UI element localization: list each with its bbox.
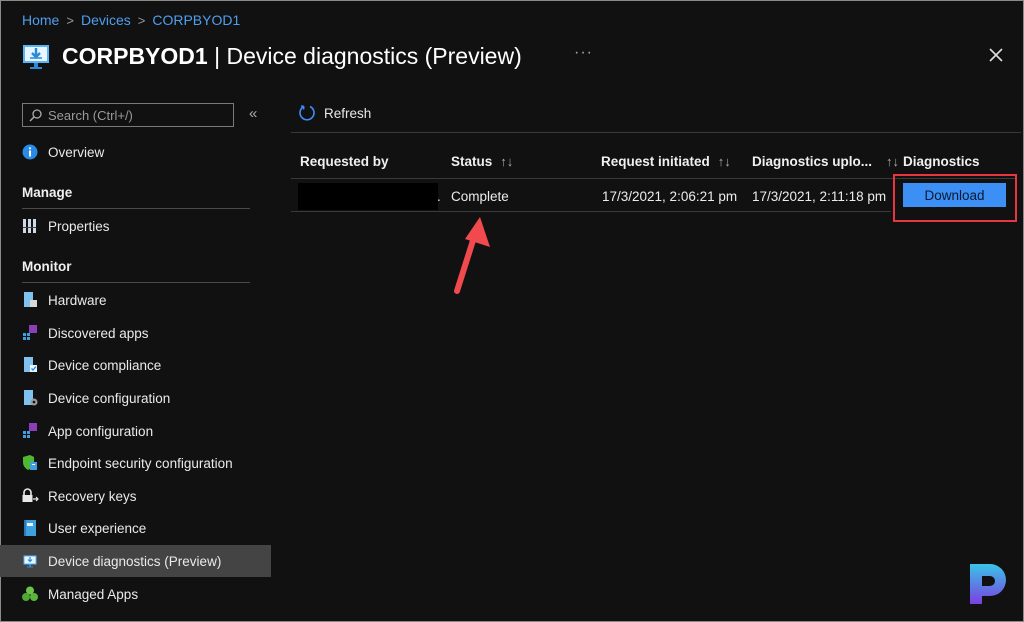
page-title: CORPBYOD1 | Device diagnostics (Preview)	[62, 43, 522, 70]
sidebar-item-properties[interactable]: Properties	[0, 210, 271, 242]
discovered-apps-icon	[21, 324, 39, 342]
sidebar-item-device-compliance[interactable]: Device compliance	[0, 349, 271, 381]
sort-icon[interactable]: ↑↓	[500, 154, 513, 169]
sidebar-item-overview[interactable]: Overview	[0, 136, 271, 168]
annotation-arrow-icon	[454, 217, 490, 294]
more-options-button[interactable]: ···	[574, 44, 593, 62]
sidebar-item-label: Endpoint security configuration	[48, 455, 233, 471]
sidebar-item-user-experience[interactable]: User experience	[0, 512, 271, 544]
close-icon[interactable]	[987, 46, 1005, 64]
cell-request-initiated: 17/3/2021, 2:06:21 pm	[602, 189, 738, 204]
sidebar-item-label: Hardware	[48, 292, 107, 308]
section-monitor: Monitor	[22, 259, 72, 274]
sidebar-search[interactable]	[22, 103, 234, 127]
sidebar-item-label: Discovered apps	[48, 325, 149, 341]
sidebar-item-label: Recovery keys	[48, 488, 137, 504]
properties-icon	[21, 217, 39, 235]
sidebar-item-label: Device configuration	[48, 390, 171, 406]
app-configuration-icon	[21, 422, 39, 440]
user-experience-icon	[21, 519, 39, 537]
redacted-requester	[298, 183, 438, 210]
sidebar-item-device-diagnostics[interactable]: Device diagnostics (Preview)	[0, 545, 271, 577]
search-icon	[29, 108, 42, 122]
divider	[291, 132, 1021, 133]
breadcrumb-device[interactable]: CORPBYOD1	[152, 12, 240, 28]
info-icon	[21, 143, 39, 161]
sidebar-item-device-configuration[interactable]: Device configuration	[0, 382, 271, 414]
refresh-button[interactable]: Refresh	[298, 104, 371, 122]
column-header-request-initiated[interactable]: Request initiated ↑↓	[601, 154, 731, 169]
sidebar-item-discovered-apps[interactable]: Discovered apps	[0, 317, 271, 349]
collapse-sidebar-button[interactable]: «	[249, 105, 257, 122]
breadcrumb-home[interactable]: Home	[22, 12, 59, 28]
refresh-label: Refresh	[324, 105, 372, 121]
search-input[interactable]	[46, 106, 230, 124]
sidebar-item-label: Overview	[48, 144, 105, 160]
sidebar-item-label: Managed Apps	[48, 586, 139, 602]
sidebar-item-endpoint-security[interactable]: Endpoint security configuration	[0, 447, 271, 479]
divider	[22, 208, 250, 209]
recovery-keys-icon	[21, 487, 39, 505]
sidebar-item-label: User experience	[48, 520, 147, 536]
requester-trailing-text: .	[437, 189, 441, 204]
sidebar-item-app-configuration[interactable]: App configuration	[0, 415, 271, 447]
highlight-box	[893, 174, 1017, 222]
section-manage: Manage	[22, 185, 73, 200]
column-header-diagnostics: Diagnostics	[903, 154, 980, 169]
sidebar-item-hardware[interactable]: Hardware	[0, 284, 271, 316]
sidebar-item-label: Device compliance	[48, 357, 162, 373]
column-label: Status	[451, 154, 493, 169]
device-diagnostics-icon	[23, 45, 49, 69]
page-header: CORPBYOD1 | Device diagnostics (Preview)	[20, 40, 522, 72]
chevron-right-icon: >	[66, 12, 74, 28]
divider	[22, 282, 250, 283]
column-header-diagnostics-uploaded[interactable]: Diagnostics uplo... ↑↓	[752, 154, 899, 169]
sidebar-item-label: Device diagnostics (Preview)	[48, 553, 222, 569]
column-label: Requested by	[300, 154, 389, 169]
managed-apps-icon	[21, 585, 39, 603]
device-configuration-icon	[21, 389, 39, 407]
cell-status: Complete	[451, 189, 509, 204]
title-separator: |	[207, 42, 227, 69]
brand-logo-icon	[970, 564, 1006, 604]
sort-icon[interactable]: ↑↓	[886, 154, 899, 169]
column-header-requested-by: Requested by	[300, 154, 389, 169]
refresh-icon	[299, 105, 315, 121]
device-diagnostics-icon	[21, 552, 39, 570]
hardware-icon	[21, 291, 39, 309]
breadcrumb: Home > Devices > CORPBYOD1	[22, 12, 240, 28]
cell-diagnostics-uploaded: 17/3/2021, 2:11:18 pm	[752, 189, 887, 204]
sidebar-item-recovery-keys[interactable]: Recovery keys	[0, 480, 271, 512]
column-label: Request initiated	[601, 154, 710, 169]
sidebar-item-label: App configuration	[48, 423, 154, 439]
divider	[291, 211, 891, 212]
column-label: Diagnostics uplo...	[752, 154, 873, 169]
sort-icon[interactable]: ↑↓	[718, 154, 731, 169]
sidebar-item-label: Properties	[48, 218, 110, 234]
breadcrumb-devices[interactable]: Devices	[81, 12, 131, 28]
sidebar-item-managed-apps[interactable]: Managed Apps	[0, 578, 271, 610]
column-label: Diagnostics	[903, 154, 980, 169]
device-name: CORPBYOD1	[62, 42, 208, 69]
endpoint-security-icon	[21, 454, 39, 472]
device-compliance-icon	[21, 356, 39, 374]
page-title-text: Device diagnostics (Preview)	[226, 42, 522, 69]
chevron-right-icon: >	[137, 12, 146, 28]
column-header-status[interactable]: Status ↑↓	[451, 154, 513, 169]
